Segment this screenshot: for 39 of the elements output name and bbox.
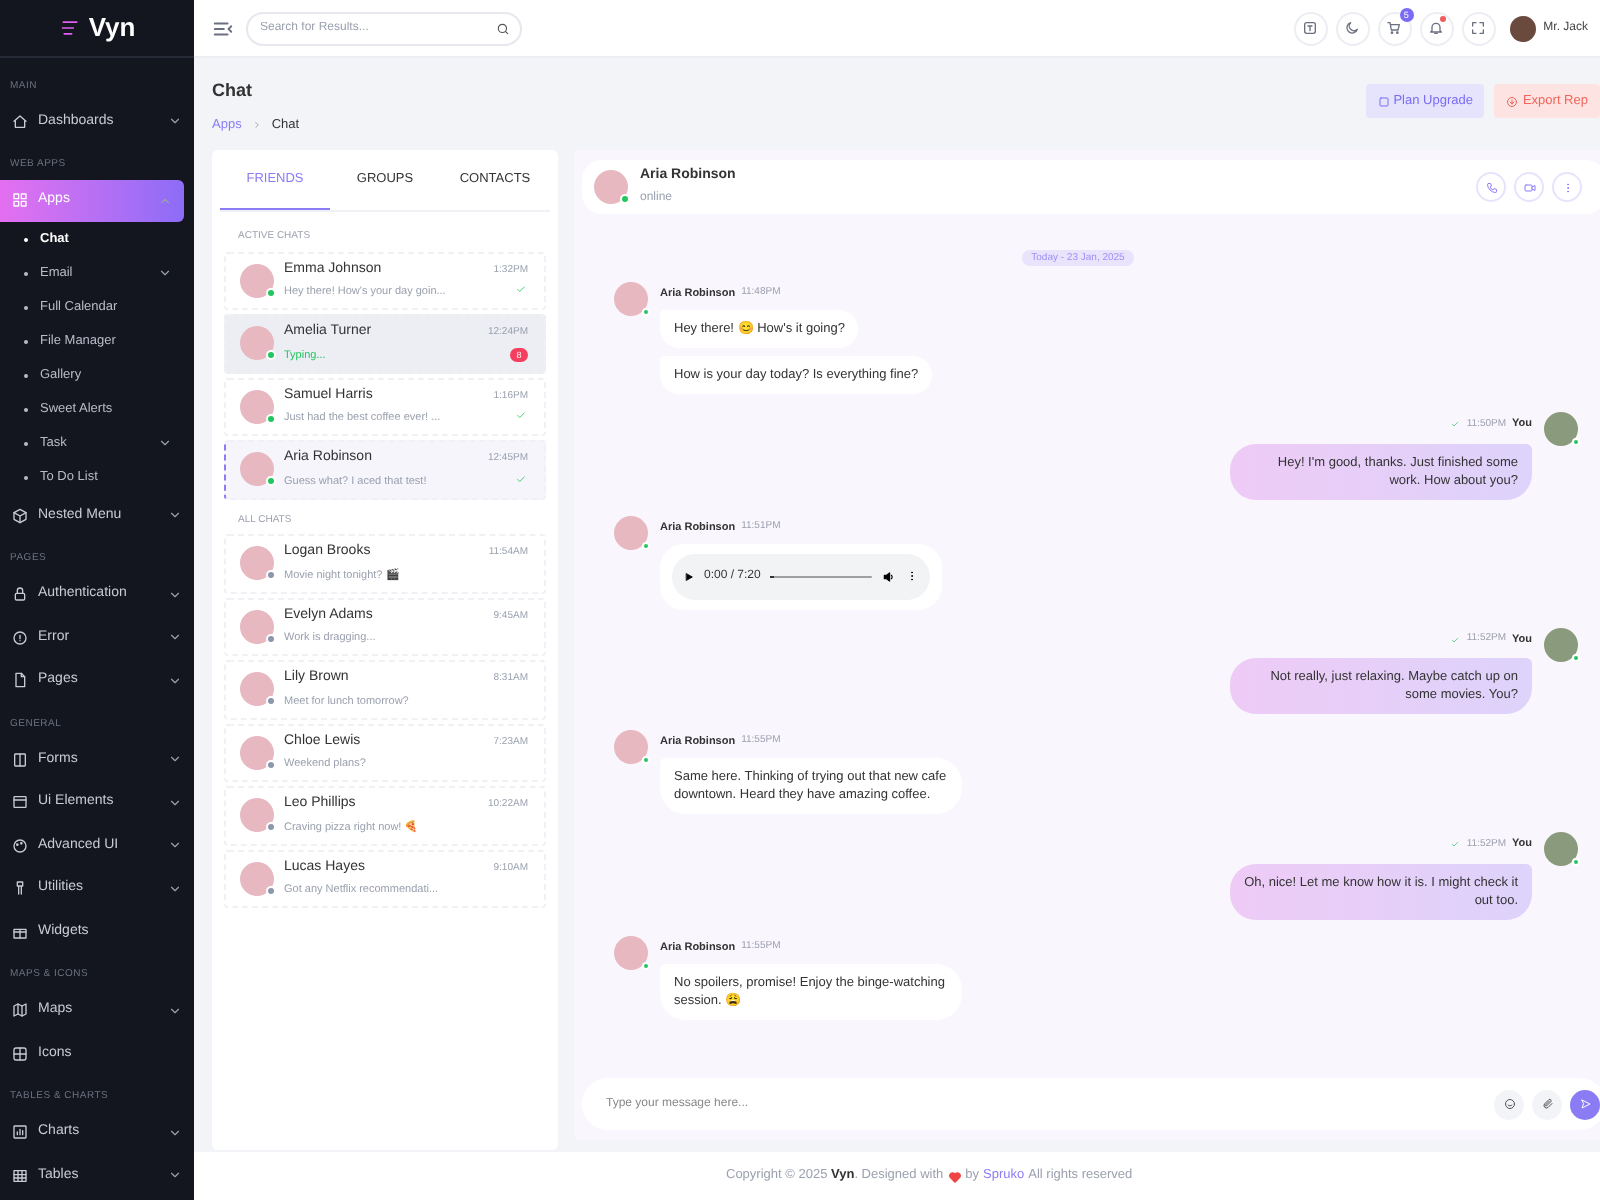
info-circle-icon (12, 629, 28, 646)
page-title: Chat (212, 78, 254, 104)
logo-icon (58, 18, 83, 38)
smiley-icon (1503, 1098, 1515, 1110)
play-icon (684, 571, 694, 582)
language-button[interactable] (1293, 11, 1328, 45)
notifications-button[interactable] (1419, 11, 1454, 45)
paperclip-icon (1541, 1098, 1553, 1110)
volume-icon (882, 569, 896, 584)
menu-icon (212, 17, 234, 39)
video-icon (1523, 181, 1535, 193)
brand-name: Vyn (88, 10, 136, 47)
file-icon (12, 672, 28, 689)
cart-icon (1386, 20, 1403, 36)
fullscreen-button[interactable] (1461, 11, 1496, 45)
heart-icon (947, 1169, 962, 1183)
window-icon (12, 794, 28, 811)
table-icon (12, 1167, 28, 1184)
map-icon (12, 1002, 28, 1019)
moon-icon (1344, 20, 1361, 36)
search-icon (496, 21, 510, 35)
bell-icon (1428, 20, 1445, 36)
send-icon (1579, 1098, 1591, 1110)
download-circle-icon (1506, 95, 1519, 107)
grid-icon (12, 192, 28, 209)
phone-icon (1485, 181, 1497, 193)
icons-grid-icon (12, 1045, 28, 1062)
box-icon (1377, 95, 1390, 107)
translate-icon (1302, 20, 1319, 36)
cube-icon (12, 507, 28, 524)
chevron-right-icon (251, 119, 262, 130)
call-button[interactable] (1476, 172, 1506, 202)
lock-icon (12, 586, 28, 603)
chart-icon (12, 1124, 28, 1141)
columns-icon (12, 751, 28, 768)
user-avatar[interactable] (1509, 15, 1536, 41)
fullscreen-icon (1470, 20, 1487, 36)
home-icon (12, 113, 28, 130)
theme-button[interactable] (1335, 11, 1370, 45)
